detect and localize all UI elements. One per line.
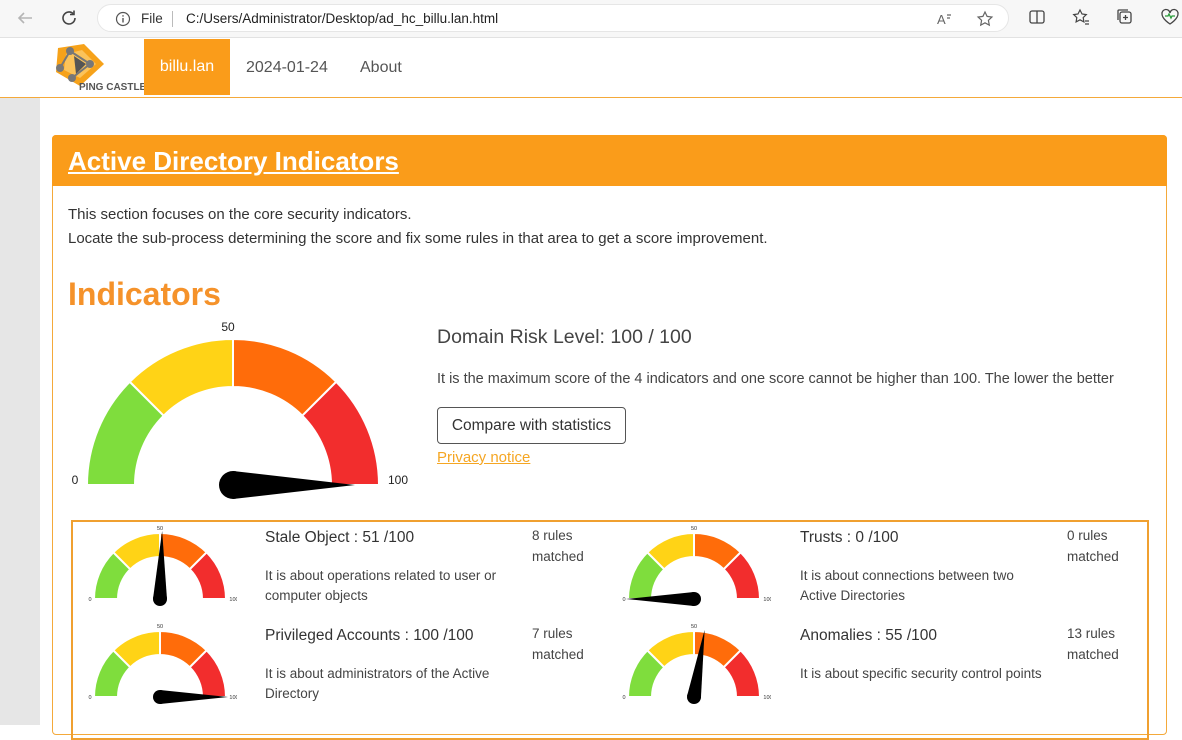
read-aloud-icon[interactable]: A	[936, 10, 954, 28]
favorites-icon[interactable]	[1072, 8, 1090, 26]
anomalies-gauge: 0 50 100	[622, 624, 771, 704]
anomalies-desc: It is about specific security control po…	[800, 666, 1042, 681]
indicators-heading: Indicators	[68, 276, 221, 312]
gauge-label-min: 0	[72, 473, 79, 487]
compare-statistics-button[interactable]: Compare with statistics	[437, 407, 626, 444]
gauge-label-min: 0	[88, 597, 91, 603]
browser-toolbar: File C:/Users/Administrator/Desktop/ad_h…	[0, 0, 1182, 38]
anomalies-rules: 13 rules matched	[1067, 626, 1119, 662]
trusts-gauge: 0 50 100	[622, 526, 771, 606]
nav-item-date[interactable]: 2024-01-24	[246, 59, 328, 77]
url-text[interactable]: C:/Users/Administrator/Desktop/ad_hc_bil…	[186, 11, 498, 26]
risk-description: It is the maximum score of the 4 indicat…	[437, 371, 1114, 387]
address-bar[interactable]: File C:/Users/Administrator/Desktop/ad_h…	[97, 4, 1009, 32]
refresh-icon	[62, 10, 76, 25]
gauge-label-min: 0	[622, 695, 625, 701]
privileged-accounts-gauge: 0 50 100	[88, 624, 237, 704]
privileged-accounts-title[interactable]: Privileged Accounts : 100 /100	[265, 627, 474, 645]
privileged-accounts-desc: It is about administrators of the Active…	[265, 666, 490, 701]
gauge-label-mid: 50	[691, 624, 697, 630]
gauge-label-max: 100	[388, 473, 408, 487]
privacy-notice-link[interactable]: Privacy notice	[437, 449, 530, 466]
gauge-label-mid: 50	[221, 320, 235, 334]
address-separator	[172, 11, 173, 27]
gauge-label-max: 100	[229, 695, 237, 701]
gauge-label-max: 100	[229, 597, 237, 603]
privileged-accounts-rules: 7 rules matched	[532, 626, 584, 662]
gauge-needle-hub	[219, 471, 247, 499]
collections-icon[interactable]	[1116, 8, 1134, 26]
gauge-label-mid: 50	[157, 624, 163, 630]
compare-button-label: Compare with statistics	[451, 416, 612, 434]
section-title-link[interactable]: Active Directory Indicators	[68, 146, 399, 177]
nav-item-domain[interactable]: billu.lan	[144, 39, 230, 95]
gauge-needle-hub	[687, 690, 701, 704]
section-intro-line2: Locate the sub-process determining the s…	[68, 230, 768, 247]
gauge-needle-hub	[687, 592, 701, 606]
gauge-label-max: 100	[763, 695, 771, 701]
stale-object-desc: It is about operations related to user o…	[265, 568, 497, 603]
gauge-label-max: 100	[763, 597, 771, 603]
pingcastle-logo[interactable]: PING CASTLE	[52, 42, 147, 96]
gauge-label-mid: 50	[691, 526, 697, 532]
favorite-star-icon[interactable]	[976, 10, 994, 28]
anomalies-title[interactable]: Anomalies : 55 /100	[800, 627, 937, 645]
stale-object-title[interactable]: Stale Object : 51 /100	[265, 529, 414, 547]
gauge-needle-hub	[153, 592, 167, 606]
section-intro-line1: This section focuses on the core securit…	[68, 206, 412, 223]
gauge-label-min: 0	[88, 695, 91, 701]
refresh-button[interactable]	[56, 6, 82, 30]
trusts-title[interactable]: Trusts : 0 /100	[800, 529, 899, 547]
trusts-desc: It is about connections between two Acti…	[800, 568, 1014, 603]
split-screen-icon[interactable]	[1028, 8, 1046, 26]
stale-object-rules: 8 rules matched	[532, 528, 584, 564]
gauge-label-min: 0	[622, 597, 625, 603]
nav-item-about[interactable]: About	[360, 59, 402, 77]
file-label: File	[141, 11, 163, 26]
gauge-needle-hub	[153, 690, 167, 704]
logo-text: PING CASTLE	[79, 82, 147, 93]
domain-risk-gauge: 0 50 100	[72, 320, 408, 499]
domain-risk-level: Domain Risk Level: 100 / 100	[437, 326, 692, 348]
browser-essentials-icon[interactable]	[1160, 8, 1180, 26]
stale-object-gauge: 0 50 100	[88, 526, 237, 606]
page-gutter	[0, 98, 40, 725]
gauge-label-mid: 50	[157, 526, 163, 532]
nav-item-label: billu.lan	[159, 58, 215, 75]
svg-text:A: A	[937, 12, 946, 27]
info-icon[interactable]	[115, 11, 131, 27]
back-button[interactable]	[12, 6, 38, 30]
back-arrow-icon	[17, 12, 32, 24]
trusts-rules: 0 rules matched	[1067, 528, 1119, 564]
